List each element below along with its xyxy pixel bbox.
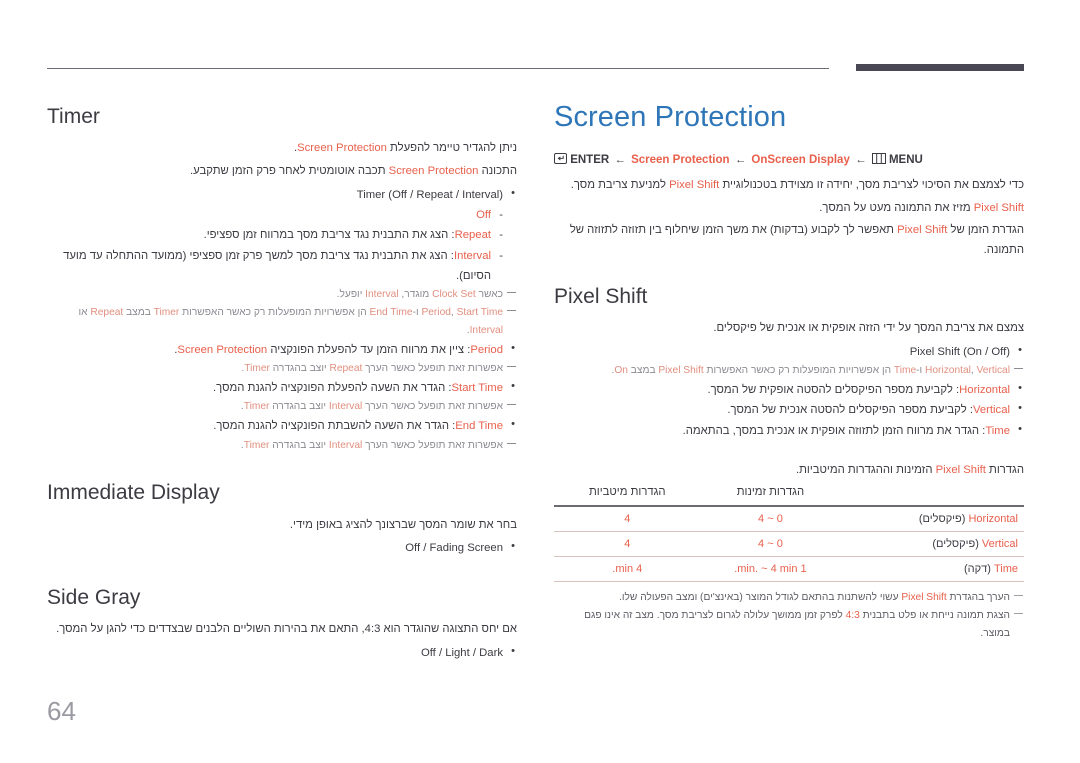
table-cell-optimal-vertical: 4 [554,531,701,557]
table-header-optimal: הגדרות מיטביות [588,486,666,499]
timer-mode-off[interactable]: Off [47,205,517,226]
timer-period-list: Period: ציין את מרווח הזמן עד להפעלת הפו… [47,339,517,360]
table-cell-label-time: Time (דקה) [840,556,1024,583]
menu-label: MENU [888,153,923,166]
option-time-text: : הגדר את מרווח הזמן לתזוזה אופקית או אנ… [682,424,986,437]
timer-description-2: התכונה Screen Protection תכבה אוטומטית ל… [190,165,517,178]
side-gray-description: אם יחס התצוגה שהוגדר הוא 4:3, התאם את בה… [56,623,517,636]
timer-note-period-dependency: Period, Start Time ו-End Time הן אפשרויו… [47,304,517,340]
table-cell-available-time: 1 min. ~ 4 min. [700,556,841,583]
manual-page: Screen Protection ENTER ← Screen Protect… [0,0,1080,763]
table-cell-optimal-time: 4 min. [554,556,701,583]
option-end-time[interactable]: End Time: הגדר את השעה להשבתת הפונקציה ל… [47,415,517,436]
pixel-shift-options-list: Pixel Shift (On / Off) [554,341,1024,362]
table-row: Horizontal (פיקסלים) 0 ~ 4 4 [554,505,1024,532]
menu-path: ENTER ← Screen Protection ← OnScreen Dis… [554,152,1024,167]
table-note-2: הצגת תמונה נייחת או פלט בתבנית 4:3 לפרק … [554,607,1024,643]
timer-option-list: Timer (Off / Repeat / Interval) [47,184,517,205]
arrow-icon-3: ← [855,153,867,166]
timer-note-repeat-1: אפשרות זאת תופעל כאשר הערך Repeat יוצב ב… [47,360,517,378]
section-title-timer: Timer [47,105,100,128]
section-title-pixel-shift: Pixel Shift [554,284,648,308]
option-start-time[interactable]: Start Time: הגדר את השעה להפעלת הפונקציה… [47,377,517,398]
immediate-display-description: בחר את שומר המסך שברצונך להציג באופן מיד… [289,518,517,531]
menu-grid-icon [871,152,886,167]
pixel-shift-note-dependency: Horizontal, Vertical ו-Time הן אפשרויות … [554,362,1024,380]
timer-description-1: ניתן להגדיר טיימר להפעלת Screen Protecti… [293,142,517,155]
right-column: Screen Protection ENTER ← Screen Protect… [554,90,1024,643]
timer-end-time-list: End Time: הגדר את השעה להשבתת הפונקציה ל… [47,415,517,436]
table-header-blank [840,484,1024,506]
header-rule-thick [856,64,1024,71]
side-gray-option-list: Off / Light / Dark [47,642,517,663]
table-header-row: הגדרות זמינות הגדרות מיטביות [554,484,1024,506]
page-title: Screen Protection [554,101,787,133]
menu-step-screen-protection[interactable]: Screen Protection [631,154,729,166]
option-vertical-text: : לקביעת מספר הפיקסלים להסטה אנכית של המ… [727,404,973,417]
timer-mode-repeat[interactable]: Repeat: הצג את התבנית נגד צריבת מסך במרו… [47,225,517,246]
option-time[interactable]: Time: הגדר את מרווח הזמן לתזוזה אופקית א… [554,420,1024,441]
option-vertical[interactable]: Vertical: לקביעת מספר הפיקסלים להסטה אנכ… [554,399,1024,420]
pixel-shift-settings-table: הגדרות זמינות הגדרות מיטביות Horizontal … [554,484,1024,583]
table-row: Vertical (פיקסלים) 0 ~ 4 4 [554,531,1024,557]
option-horizontal-text: : לקביעת מספר הפיקסלים להסטה אופקית של ה… [707,384,960,397]
table-notes: הערך בהגדרת Pixel Shift עשוי להשתנות בהת… [554,589,1024,643]
arrow-icon-2: ← [734,153,747,166]
timer-note-interval-1: אפשרות זאת תופעל כאשר הערך Interval יוצב… [47,398,517,416]
option-timer-modes[interactable]: Timer (Off / Repeat / Interval) [47,184,517,205]
intro-line-3: הגדרת הזמן של Pixel Shift תאפשר לך לקבוע… [569,224,1024,257]
section-title-immediate-display: Immediate Display [47,481,220,505]
table-cell-available-horizontal: 0 ~ 4 [700,505,841,532]
option-side-gray-modes[interactable]: Off / Light / Dark [47,642,517,663]
page-number: 64 [47,696,76,726]
enter-label: ENTER [570,153,610,166]
table-header-available: הגדרות זמינות [736,486,805,499]
timer-mode-sublist: Off Repeat: הצג את התבנית נגד צריבת מסך … [47,205,517,286]
intro-line-2: Pixel Shift מזיז את התמונה מעט על המסך. [819,201,1024,214]
left-column: Timer ניתן להגדיר טיימר להפעלת Screen Pr… [47,90,517,663]
timer-mode-interval[interactable]: Interval: הצג את התבנית נגד צריבת מסך למ… [47,246,517,287]
table-note-1: הערך בהגדרת Pixel Shift עשוי להשתנות בהת… [554,589,1024,607]
pixel-shift-sub-options-list: HorizontalHorizontal: לקביעת מספר הפיקסל… [554,379,1024,441]
table-cell-label-vertical: Vertical (פיקסלים) [840,531,1024,557]
immediate-display-option-list: Off / Fading Screen [47,537,517,558]
table-cell-available-vertical: 0 ~ 4 [700,531,841,557]
option-period[interactable]: Period: ציין את מרווח הזמן עד להפעלת הפו… [47,339,517,360]
table-cell-optimal-horizontal: 4 [554,505,701,532]
table-cell-label-horizontal: Horizontal (פיקסלים) [840,505,1024,532]
timer-note-interval-2: אפשרות זאת תופעל כאשר הערך Interval יוצב… [47,437,517,455]
option-pixel-shift-toggle[interactable]: Pixel Shift (On / Off) [554,341,1024,362]
table-row: Time (דקה) 1 min. ~ 4 min. 4 min. [554,556,1024,583]
table-caption: הגדרות Pixel Shift הזמינות וההגדרות המיט… [795,464,1024,477]
arrow-icon-1: ← [614,153,626,166]
menu-step-onscreen-display[interactable]: OnScreen Display [751,154,849,166]
option-immediate-display-modes[interactable]: Off / Fading Screen [47,537,517,558]
option-horizontal[interactable]: HorizontalHorizontal: לקביעת מספר הפיקסל… [554,379,1024,400]
timer-note-clock-set: כאשר Clock Set מוגדר, Interval יופעל. [47,286,517,304]
header-rule-thin [47,68,829,69]
intro-line-1: כדי לצמצם את הסיכוי לצריבת מסך, יחידה זו… [570,178,1024,191]
enter-key-icon [554,152,567,167]
timer-start-time-list: Start Time: הגדר את השעה להפעלת הפונקציה… [47,377,517,398]
section-title-side-gray: Side Gray [47,585,141,609]
pixel-shift-description: צמצם את צריבת המסך על ידי הזזה אופקית או… [713,322,1024,335]
